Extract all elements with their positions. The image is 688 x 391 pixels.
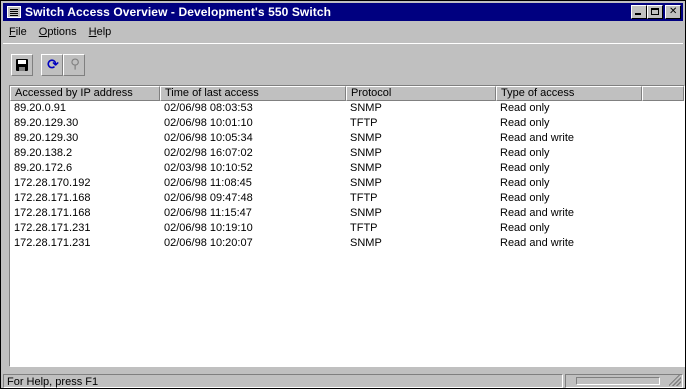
maximize-icon [651, 8, 659, 15]
column-header-access-type[interactable]: Type of access [496, 86, 642, 101]
menu-options[interactable]: Options [33, 26, 83, 38]
cell-access-type: Read and write [500, 132, 574, 144]
column-header-protocol[interactable]: Protocol [346, 86, 496, 101]
list-header: Accessed by IP address Time of last acce… [10, 86, 684, 101]
refresh-button[interactable]: ⟳ [41, 54, 63, 76]
cell-protocol: SNMP [350, 102, 382, 114]
cell-access-type: Read only [500, 192, 550, 204]
close-icon: ✕ [669, 6, 678, 17]
cell-access-type: Read only [500, 147, 550, 159]
window-controls: ✕ [631, 5, 681, 19]
cell-last-access: 02/03/98 10:10:52 [164, 162, 253, 174]
table-row[interactable]: 89.20.129.30 02/06/98 10:05:34 SNMP Read an… [10, 131, 684, 146]
menu-options-label: Options [38, 26, 77, 38]
status-bar: For Help, press F1 [3, 373, 683, 388]
minimize-icon [635, 13, 641, 15]
cell-access-type: Read only [500, 102, 550, 114]
cell-last-access: 02/06/98 10:19:10 [164, 222, 253, 234]
cell-last-access: 02/06/98 10:05:34 [164, 132, 253, 144]
menu-bar: File Options Help [3, 23, 683, 41]
cell-protocol: TFTP [350, 117, 378, 129]
status-panel-inner [576, 376, 660, 385]
cell-ip-address: 89.20.138.2 [14, 147, 73, 159]
save-button[interactable] [11, 54, 33, 76]
cell-protocol: TFTP [350, 222, 378, 234]
list-body: 89.20.0.91 02/06/98 08:03:53 SNMP Read only… [10, 101, 684, 251]
menu-file[interactable]: File [3, 26, 33, 38]
table-row[interactable]: 172.28.171.231 02/06/98 10:20:07 SNMP Read … [10, 236, 684, 251]
close-button[interactable]: ✕ [665, 5, 681, 19]
column-header-ip[interactable]: Accessed by IP address [10, 86, 160, 101]
cell-access-type: Read only [500, 117, 550, 129]
cell-ip-address: 172.28.171.168 [14, 192, 91, 204]
cell-last-access: 02/06/98 11:15:47 [164, 207, 252, 219]
menu-help-label: Help [88, 26, 112, 38]
cell-ip-address: 172.28.171.231 [14, 222, 91, 234]
table-row[interactable]: 89.20.138.2 02/02/98 16:07:02 SNMP Read onl… [10, 146, 684, 161]
cell-protocol: SNMP [350, 237, 382, 249]
status-text: For Help, press F1 [3, 373, 563, 388]
cell-access-type: Read and write [500, 237, 574, 249]
cell-last-access: 02/06/98 08:03:53 [164, 102, 253, 114]
cell-last-access: 02/06/98 09:47:48 [164, 192, 253, 204]
save-icon [16, 59, 28, 71]
window-title: Switch Access Overview - Development's 5… [25, 5, 332, 19]
cell-protocol: SNMP [350, 177, 382, 189]
table-row[interactable]: 172.28.170.192 02/06/98 11:08:45 SNMP Read … [10, 176, 684, 191]
main-window: Switch Access Overview - Development's 5… [0, 0, 686, 389]
table-row[interactable]: 89.20.172.6 02/03/98 10:10:52 SNMP Read onl… [10, 161, 684, 176]
cell-protocol: SNMP [350, 132, 382, 144]
cell-last-access: 02/06/98 10:20:07 [164, 237, 253, 249]
access-list[interactable]: Accessed by IP address Time of last acce… [9, 85, 685, 367]
maximize-button[interactable] [647, 5, 663, 19]
cell-ip-address: 172.28.171.168 [14, 207, 91, 219]
cell-ip-address: 89.20.0.91 [14, 102, 66, 114]
title-bar[interactable]: Switch Access Overview - Development's 5… [3, 3, 683, 21]
minimize-button[interactable] [631, 5, 647, 19]
cell-protocol: SNMP [350, 162, 382, 174]
cell-ip-address: 172.28.171.231 [14, 237, 91, 249]
find-icon: ⚲ [70, 57, 80, 72]
toolbar: ⟳ ⚲ [3, 43, 683, 84]
table-row[interactable]: 172.28.171.231 02/06/98 10:19:10 TFTP Read … [10, 221, 684, 236]
status-panel [565, 373, 683, 388]
cell-access-type: Read only [500, 162, 550, 174]
cell-protocol: SNMP [350, 147, 382, 159]
cell-ip-address: 89.20.129.30 [14, 132, 79, 144]
toolbar-separator [33, 54, 41, 76]
table-row[interactable]: 172.28.171.168 02/06/98 09:47:48 TFTP Read … [10, 191, 684, 206]
cell-access-type: Read only [500, 177, 550, 189]
cell-protocol: TFTP [350, 192, 378, 204]
cell-ip-address: 89.20.129.30 [14, 117, 79, 129]
cell-protocol: SNMP [350, 207, 382, 219]
cell-last-access: 02/06/98 10:01:10 [164, 117, 253, 129]
resize-grip-icon[interactable] [669, 373, 681, 386]
column-header-filler [642, 86, 684, 101]
cell-ip-address: 172.28.170.192 [14, 177, 91, 189]
refresh-icon: ⟳ [47, 57, 59, 73]
table-row[interactable]: 89.20.129.30 02/06/98 10:01:10 TFTP Read on… [10, 116, 684, 131]
table-row[interactable]: 172.28.171.168 02/06/98 11:15:47 SNMP Read … [10, 206, 684, 221]
cell-last-access: 02/06/98 11:08:45 [164, 177, 252, 189]
table-row[interactable]: 89.20.0.91 02/06/98 08:03:53 SNMP Read only [10, 101, 684, 116]
app-icon[interactable] [7, 6, 21, 18]
find-button[interactable]: ⚲ [63, 54, 85, 76]
menu-file-label: File [9, 26, 27, 38]
cell-access-type: Read and write [500, 207, 574, 219]
cell-last-access: 02/02/98 16:07:02 [164, 147, 253, 159]
menu-help[interactable]: Help [83, 26, 118, 38]
column-header-time[interactable]: Time of last access [160, 86, 346, 101]
cell-access-type: Read only [500, 222, 550, 234]
cell-ip-address: 89.20.172.6 [14, 162, 73, 174]
toolbar-buttons: ⟳ ⚲ [11, 54, 85, 76]
